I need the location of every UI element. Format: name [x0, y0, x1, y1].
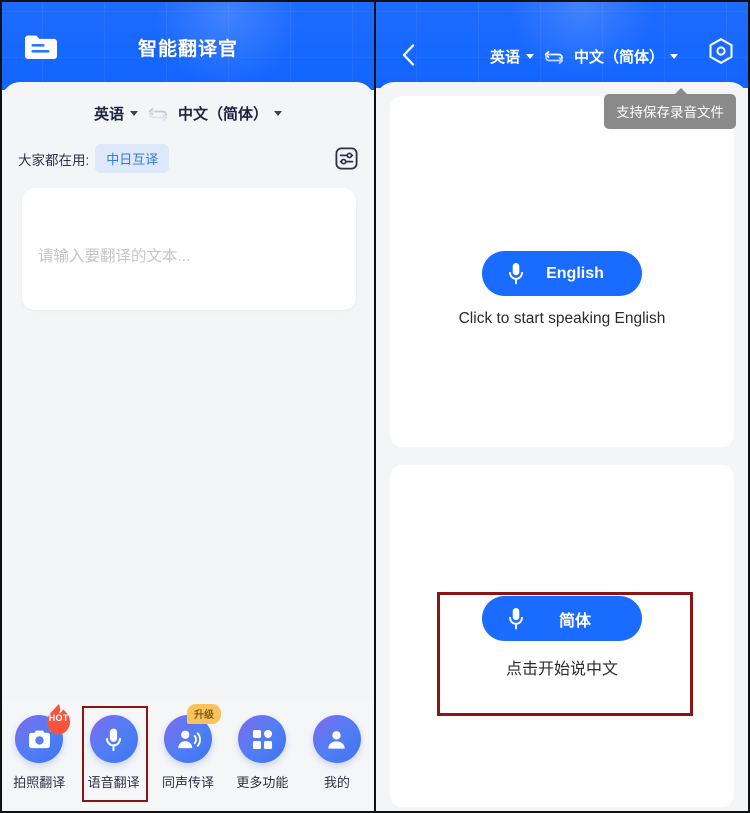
- back-chevron-icon[interactable]: [402, 44, 415, 66]
- tab-icon-bubble: [238, 715, 287, 763]
- hot-badge: HOT: [41, 704, 76, 737]
- chevron-down-icon: [274, 111, 283, 116]
- english-speak-card: English Click to start speaking English: [390, 96, 734, 447]
- tab-more-features[interactable]: 更多功能: [225, 715, 299, 791]
- tab-simultaneous-interpretation[interactable]: 升级 同声传译: [151, 704, 225, 791]
- bottom-tab-bar: HOT 拍照翻译 语音翻译 升级 同声传译 更多功能 我的: [2, 701, 374, 811]
- popular-label: 大家都在用:: [18, 152, 90, 168]
- hex-settings-icon[interactable]: [706, 37, 736, 67]
- english-speak-inner: English Click to start speaking English: [390, 251, 734, 328]
- english-speak-hint: Click to start speaking English: [458, 310, 666, 327]
- microphone-icon: [106, 728, 122, 751]
- speak-chinese-label: 简体: [558, 612, 591, 630]
- chinese-speak-inner: 简体 点击开始说中文: [390, 596, 734, 679]
- chinese-speak-card: 简体 点击开始说中文: [390, 465, 734, 807]
- app-title: 智能翻译官: [137, 39, 238, 60]
- tab-icon-bubble: [89, 715, 138, 763]
- microphone-icon: [508, 607, 524, 630]
- target-language-selector[interactable]: 中文（简体）: [574, 46, 679, 67]
- source-language-selector[interactable]: 英语: [94, 103, 138, 124]
- chevron-down-icon: [670, 54, 679, 59]
- tab-label: 同声传译: [162, 775, 215, 790]
- target-language-selector[interactable]: 中文（简体）: [178, 103, 283, 124]
- swap-languages-icon[interactable]: [543, 48, 565, 66]
- translation-input-placeholder: 请输入要翻译的文本...: [38, 248, 191, 265]
- recording-tooltip: 支持保存录音文件: [604, 88, 736, 129]
- microphone-icon: [508, 262, 524, 285]
- chevron-down-icon: [130, 111, 138, 116]
- sliders-settings-icon[interactable]: [335, 147, 358, 170]
- tab-label: 我的: [323, 775, 350, 790]
- right-phone-panel: 英语 中文（简体） 支持保存录音文件 English Click to star…: [375, 0, 750, 813]
- right-content-sheet: English Click to start speaking English: [376, 82, 748, 811]
- target-language-label: 中文（简体）: [574, 49, 665, 66]
- popular-pairs-row: 大家都在用: 中日互译: [18, 144, 358, 173]
- source-language-label: 英语: [93, 106, 124, 123]
- grid-apps-icon: [252, 729, 272, 749]
- tab-label: 更多功能: [236, 775, 289, 790]
- translation-input-card[interactable]: 请输入要翻译的文本...: [22, 188, 356, 310]
- target-language-label: 中文（简体）: [178, 106, 269, 123]
- right-app-header: [376, 2, 748, 88]
- tab-icon-bubble: 升级: [164, 704, 222, 763]
- speak-english-button[interactable]: English: [482, 251, 642, 296]
- tab-label: 拍照翻译: [13, 775, 66, 790]
- tab-label: 语音翻译: [87, 775, 140, 790]
- tab-icon-bubble: HOT: [15, 704, 71, 763]
- popular-pair-chip[interactable]: 中日互译: [95, 144, 170, 173]
- speak-english-label: English: [546, 264, 604, 282]
- upgrade-badge: 升级: [187, 704, 222, 724]
- tab-icon-bubble: [312, 715, 361, 763]
- chinese-speak-hint: 点击开始说中文: [505, 661, 618, 678]
- tab-photo-translate[interactable]: HOT 拍照翻译: [2, 704, 76, 791]
- chevron-down-icon: [526, 54, 534, 59]
- tab-voice-translate[interactable]: 语音翻译: [76, 715, 150, 791]
- person-speaking-icon: [177, 730, 201, 748]
- language-selector-bar: 英语 中文（简体）: [2, 103, 374, 124]
- right-language-selector-bar: 英语 中文（简体）: [476, 46, 692, 67]
- hot-badge-label: HOT: [48, 713, 69, 723]
- speak-chinese-button[interactable]: 简体: [482, 596, 642, 641]
- left-phone-panel: 智能翻译官 英语 中文（简体） 大家都在用: 中日互译 请输入要翻译的文本...…: [0, 0, 375, 813]
- left-content-sheet: 英语 中文（简体） 大家都在用: 中日互译 请输入要翻译的文本... HOT 拍…: [2, 82, 374, 811]
- source-language-label: 英语: [489, 49, 520, 66]
- tab-my-account[interactable]: 我的: [300, 715, 374, 791]
- person-account-icon: [328, 730, 346, 749]
- source-language-selector[interactable]: 英语: [490, 46, 534, 67]
- screenshot-stage: 智能翻译官 英语 中文（简体） 大家都在用: 中日互译 请输入要翻译的文本...…: [0, 0, 750, 813]
- swap-languages-icon[interactable]: [147, 105, 169, 123]
